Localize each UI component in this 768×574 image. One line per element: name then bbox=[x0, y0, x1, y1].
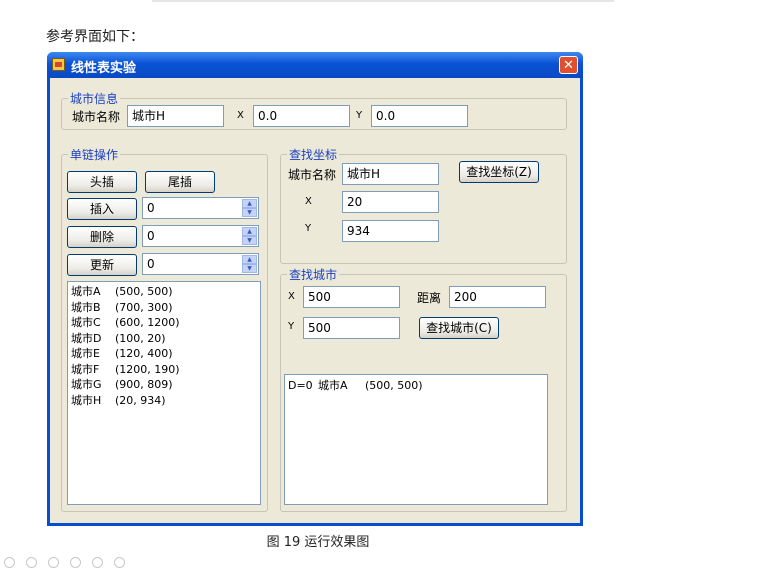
list-item[interactable]: 城市G (900, 809) bbox=[71, 377, 260, 393]
list-item-coords: (900, 809) bbox=[115, 378, 173, 391]
find-coords-name-input[interactable]: 城市H bbox=[342, 163, 439, 185]
city-name-input[interactable]: 城市H bbox=[127, 105, 224, 127]
zoom-in-icon[interactable] bbox=[4, 557, 15, 568]
list-item-coords: (600, 1200) bbox=[115, 316, 180, 329]
list-item-name: 城市C bbox=[71, 316, 101, 329]
list-ops-legend: 单链操作 bbox=[70, 148, 119, 162]
list-item-name: 城市H bbox=[71, 393, 102, 407]
delete-index-value: 0 bbox=[147, 229, 155, 243]
list-item-name: 城市B bbox=[71, 300, 101, 314]
list-item[interactable]: 城市A (500, 500) bbox=[71, 284, 260, 300]
result-distance: D=0 bbox=[288, 379, 313, 392]
list-item[interactable]: D=0 城市A (500, 500) bbox=[288, 378, 547, 394]
find-coords-legend: 查找坐标 bbox=[289, 148, 338, 162]
find-city-y-label: Y bbox=[288, 321, 295, 332]
insert-index-stepper[interactable]: 0 ▲ ▼ bbox=[142, 197, 259, 219]
list-item-coords: (700, 300) bbox=[115, 300, 173, 314]
list-item[interactable]: 城市C (600, 1200) bbox=[71, 315, 260, 331]
print-icon[interactable] bbox=[114, 557, 125, 568]
app-window: 线性表实验 ✕ 城市信息 城市名称 城市H X 0.0 Y 0.0 单链操作 头… bbox=[47, 52, 583, 526]
app-icon bbox=[52, 58, 65, 71]
list-item[interactable]: 城市H (20, 934) bbox=[71, 393, 260, 409]
result-name: 城市A bbox=[318, 379, 348, 392]
list-item[interactable]: 城市E (120, 400) bbox=[71, 346, 260, 362]
list-item[interactable]: 城市B (700, 300) bbox=[71, 300, 260, 316]
list-item-name: 城市A bbox=[71, 285, 101, 298]
city-y-label: Y bbox=[356, 110, 363, 121]
city-name-label: 城市名称 bbox=[72, 110, 121, 124]
fit-page-icon[interactable] bbox=[70, 557, 81, 568]
list-item-name: 城市F bbox=[71, 362, 100, 376]
stepper-down-icon[interactable]: ▼ bbox=[242, 264, 257, 273]
find-coords-y-output[interactable]: 934 bbox=[342, 220, 439, 242]
find-city-legend: 查找城市 bbox=[289, 268, 338, 282]
find-city-x-input[interactable]: 500 bbox=[303, 286, 400, 308]
find-coords-y-label: Y bbox=[305, 223, 312, 234]
list-item-coords: (100, 20) bbox=[115, 331, 166, 345]
delete-index-stepper[interactable]: 0 ▲ ▼ bbox=[142, 225, 259, 247]
result-coords: (500, 500) bbox=[365, 379, 423, 392]
find-city-x-label: X bbox=[288, 291, 295, 302]
find-coords-name-label: 城市名称 bbox=[288, 168, 337, 182]
stepper-down-icon[interactable]: ▼ bbox=[242, 208, 257, 217]
close-button[interactable]: ✕ bbox=[559, 56, 578, 74]
update-index-value: 0 bbox=[147, 257, 155, 271]
head-insert-button[interactable]: 头插 bbox=[67, 171, 137, 193]
rotate-icon[interactable] bbox=[48, 557, 59, 568]
find-coords-button[interactable]: 查找坐标(Z) bbox=[459, 161, 539, 183]
list-item-name: 城市E bbox=[71, 347, 100, 360]
find-city-results[interactable]: D=0 城市A (500, 500) bbox=[284, 374, 548, 505]
city-list[interactable]: 城市A (500, 500) 城市B (700, 300) 城市C (600, 120… bbox=[67, 281, 261, 505]
list-item[interactable]: 城市F (1200, 190) bbox=[71, 362, 260, 378]
stepper-down-icon[interactable]: ▼ bbox=[242, 236, 257, 245]
city-x-label: X bbox=[237, 110, 244, 121]
close-icon: ✕ bbox=[563, 58, 574, 73]
list-item-name: 城市D bbox=[71, 331, 102, 345]
stepper-up-icon[interactable]: ▲ bbox=[242, 255, 257, 264]
insert-button[interactable]: 插入 bbox=[67, 198, 137, 220]
find-coords-x-label: X bbox=[305, 196, 312, 207]
title-bar[interactable]: 线性表实验 ✕ bbox=[47, 52, 583, 78]
distance-label: 距离 bbox=[417, 291, 442, 305]
page-top-rule bbox=[152, 0, 614, 2]
list-item[interactable]: 城市D (100, 20) bbox=[71, 331, 260, 347]
download-icon[interactable] bbox=[92, 557, 103, 568]
zoom-out-icon[interactable] bbox=[26, 557, 37, 568]
tail-insert-button[interactable]: 尾插 bbox=[145, 171, 215, 193]
delete-button[interactable]: 删除 bbox=[67, 226, 137, 248]
city-y-input[interactable]: 0.0 bbox=[371, 105, 468, 127]
list-item-coords: (20, 934) bbox=[115, 393, 166, 407]
stepper-up-icon[interactable]: ▲ bbox=[242, 199, 257, 208]
list-item-coords: (120, 400) bbox=[115, 347, 173, 360]
insert-index-value: 0 bbox=[147, 201, 155, 215]
update-button[interactable]: 更新 bbox=[67, 254, 137, 276]
list-item-coords: (500, 500) bbox=[115, 285, 173, 298]
document-intro-text: 参考界面如下： bbox=[46, 29, 144, 45]
city-info-legend: 城市信息 bbox=[70, 92, 119, 106]
window-client-area: 城市信息 城市名称 城市H X 0.0 Y 0.0 单链操作 头插 尾插 插入 … bbox=[50, 78, 580, 523]
update-index-stepper[interactable]: 0 ▲ ▼ bbox=[142, 253, 259, 275]
figure-caption: 图 19 运行效果图 bbox=[266, 535, 370, 550]
stepper-up-icon[interactable]: ▲ bbox=[242, 227, 257, 236]
find-city-button[interactable]: 查找城市(C) bbox=[419, 317, 499, 339]
find-city-y-input[interactable]: 500 bbox=[303, 317, 400, 339]
window-title: 线性表实验 bbox=[71, 61, 137, 76]
find-coords-x-output[interactable]: 20 bbox=[342, 191, 439, 213]
list-item-name: 城市G bbox=[71, 378, 102, 391]
list-item-coords: (1200, 190) bbox=[115, 362, 180, 376]
distance-input[interactable]: 200 bbox=[449, 286, 546, 308]
city-x-input[interactable]: 0.0 bbox=[253, 105, 350, 127]
